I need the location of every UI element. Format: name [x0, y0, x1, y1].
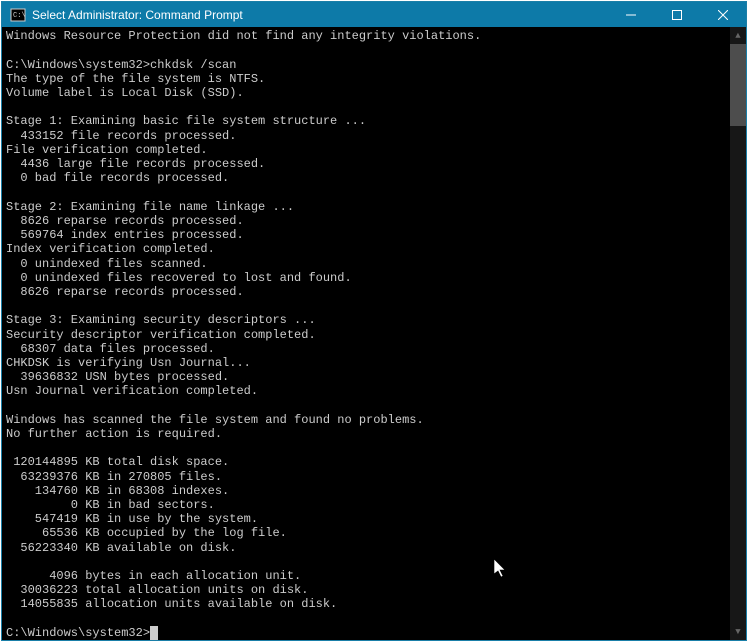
scroll-thumb[interactable]	[730, 44, 746, 126]
app-icon: C:\	[10, 7, 26, 23]
terminal-output[interactable]: Windows Resource Protection did not find…	[2, 27, 746, 640]
window-controls	[608, 2, 746, 27]
scroll-up-arrow[interactable]: ▲	[730, 27, 746, 44]
titlebar[interactable]: C:\ Select Administrator: Command Prompt	[2, 2, 746, 27]
window-title: Select Administrator: Command Prompt	[32, 8, 608, 22]
command-prompt-window: C:\ Select Administrator: Command Prompt…	[1, 1, 747, 641]
text-cursor	[150, 626, 158, 640]
svg-text:C:\: C:\	[13, 12, 26, 20]
scroll-down-arrow[interactable]: ▼	[730, 623, 746, 640]
terminal-text: Windows Resource Protection did not find…	[6, 29, 481, 611]
prompt: C:\Windows\system32>	[6, 626, 150, 640]
close-button[interactable]	[700, 2, 746, 27]
maximize-button[interactable]	[654, 2, 700, 27]
minimize-button[interactable]	[608, 2, 654, 27]
vertical-scrollbar[interactable]: ▲ ▼	[730, 27, 746, 640]
